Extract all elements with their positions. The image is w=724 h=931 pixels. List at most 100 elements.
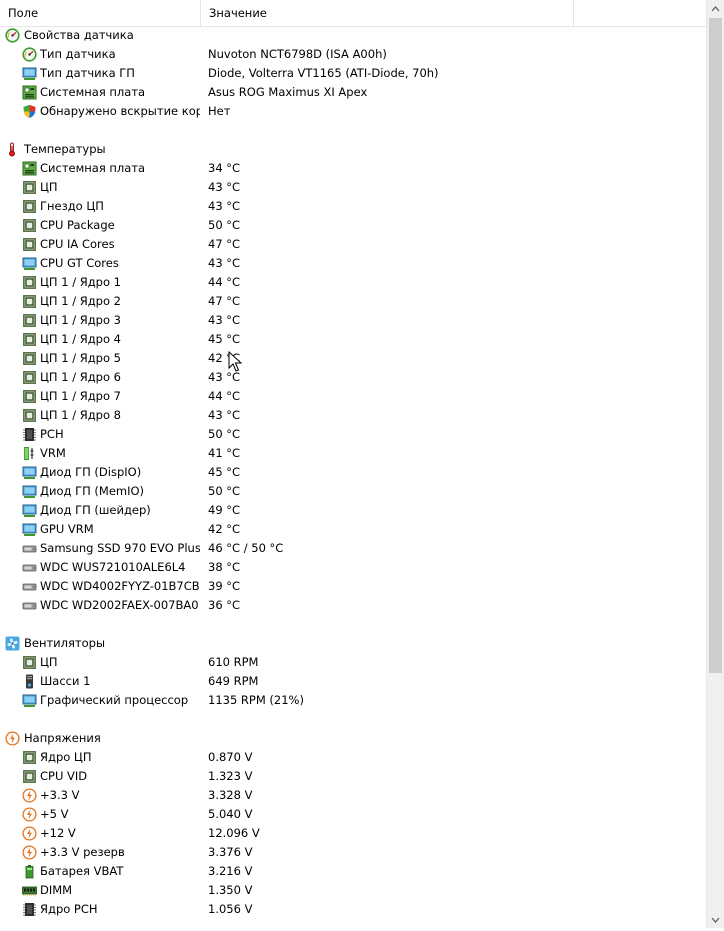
row-value: 34 °C [208,161,241,175]
table-row[interactable]: Ядро ЦП 0.870 V [0,748,706,767]
row-field-name: Графический процессор [40,693,189,707]
table-row[interactable]: PCH 50 °C [0,425,706,444]
table-row[interactable]: Батарея VBAT 3.216 V [0,862,706,881]
chip-icon [22,294,37,309]
group-header-sensor-props[interactable]: Свойства датчика [0,26,706,45]
row-field-name: Диод ГП (MemIO) [40,484,145,498]
row-value: 43 °C [208,408,241,422]
table-row[interactable]: Диод ГП (DispIO) 45 °C [0,463,706,482]
voltage-icon [22,826,37,841]
table-row[interactable]: Диод ГП (MemIO) 50 °C [0,482,706,501]
table-row[interactable]: Графический процессор 1135 RPM (21%) [0,691,706,710]
table-row[interactable]: GPU VRM 42 °C [0,520,706,539]
table-row[interactable]: Ядро PCH 1.056 V [0,900,706,919]
table-row[interactable]: ЦП 1 / Ядро 5 42 °C [0,349,706,368]
table-row[interactable]: CPU Package 50 °C [0,216,706,235]
chip-icon [22,370,37,385]
row-field-name: Диод ГП (шейдер) [40,503,151,517]
group-label: Напряжения [24,731,101,745]
pch-icon [22,902,37,917]
table-row[interactable]: Гнездо ЦП 43 °C [0,197,706,216]
scroll-up-arrow-icon[interactable] [707,0,724,17]
row-value: 45 °C [208,465,241,479]
table-row[interactable]: CPU IA Cores 47 °C [0,235,706,254]
table-row[interactable]: ЦП 1 / Ядро 1 44 °C [0,273,706,292]
row-value: 47 °C [208,294,241,308]
table-row[interactable]: ЦП 610 RPM [0,653,706,672]
row-field-name: Тип датчика [40,47,116,61]
table-row[interactable]: Системная плата 34 °C [0,159,706,178]
scrollbar-thumb[interactable] [709,18,722,673]
row-field-name: ЦП 1 / Ядро 3 [40,313,121,327]
chip-icon [22,389,37,404]
group-header-temps[interactable]: Температуры [0,140,706,159]
row-field-name: ЦП 1 / Ядро 7 [40,389,121,403]
table-row[interactable]: +3.3 V 3.328 V [0,786,706,805]
column-header-field[interactable]: Поле [0,0,201,26]
row-field-name: +12 V [40,826,76,840]
monitor-icon [22,503,37,518]
monitor-icon [22,522,37,537]
row-field-name: CPU Package [40,218,115,232]
row-value: 3.328 V [208,788,253,802]
table-row[interactable]: VRM 41 °C [0,444,706,463]
table-row[interactable]: ЦП 1 / Ядро 2 47 °C [0,292,706,311]
group-label: Вентиляторы [24,636,106,650]
monitor-icon [22,693,37,708]
table-row[interactable]: Samsung SSD 970 EVO Plus ... 46 °C / 50 °… [0,539,706,558]
vrm-icon [22,446,37,461]
row-value: 47 °C [208,237,241,251]
table-row[interactable]: CPU GT Cores 43 °C [0,254,706,273]
table-row[interactable]: Тип датчика Nuvoton NCT6798D (ISA A00h) [0,45,706,64]
row-value: 38 °C [208,560,241,574]
table-row[interactable]: WDC WUS721010ALE6L4 38 °C [0,558,706,577]
table-row[interactable]: Тип датчика ГП Diode, Volterra VT1165 (AT… [0,64,706,83]
chip-icon [22,199,37,214]
table-row[interactable]: +5 V 5.040 V [0,805,706,824]
dimm-icon [22,883,37,898]
row-value: 45 °C [208,332,241,346]
monitor-icon [22,484,37,499]
row-field-name: PCH [40,427,64,441]
row-value: 39 °C [208,579,241,593]
fan-icon [5,636,20,651]
sensor-icon [5,28,20,43]
table-row[interactable]: WDC WD4002FYYZ-01B7CB0 39 °C [0,577,706,596]
thermometer-icon [5,142,20,157]
motherboard-icon [22,85,37,100]
row-value: 3.376 V [208,845,253,859]
table-row[interactable]: ЦП 43 °C [0,178,706,197]
table-row[interactable]: Системная плата Asus ROG Maximus XI Apex [0,83,706,102]
table-row[interactable]: +3.3 V резерв 3.376 V [0,843,706,862]
table-row[interactable]: ЦП 1 / Ядро 7 44 °C [0,387,706,406]
row-value: 43 °C [208,313,241,327]
row-field-name: CPU IA Cores [40,237,115,251]
row-value: 43 °C [208,199,241,213]
scroll-down-arrow-icon[interactable] [707,911,724,928]
table-row[interactable]: ЦП 1 / Ядро 8 43 °C [0,406,706,425]
mouse-cursor-icon [228,350,243,373]
group-header-fans[interactable]: Вентиляторы [0,634,706,653]
chip-icon [22,769,37,784]
row-field-name: Обнаружено вскрытие кор... [40,104,200,118]
table-row[interactable]: ЦП 1 / Ядро 4 45 °C [0,330,706,349]
chip-icon [22,237,37,252]
group-header-voltages[interactable]: Напряжения [0,729,706,748]
table-row[interactable]: +12 V 12.096 V [0,824,706,843]
row-field-name: ЦП 1 / Ядро 8 [40,408,121,422]
vertical-scrollbar[interactable] [706,0,724,928]
table-row[interactable]: ЦП 1 / Ядро 3 43 °C [0,311,706,330]
table-row[interactable]: DIMM 1.350 V [0,881,706,900]
table-row[interactable]: ЦП 1 / Ядро 6 43 °C [0,368,706,387]
table-row[interactable]: Обнаружено вскрытие кор... Нет [0,102,706,121]
column-header-value[interactable]: Значение [201,0,574,26]
row-value: Нет [208,104,231,118]
table-row[interactable]: Диод ГП (шейдер) 49 °C [0,501,706,520]
row-value: 41 °C [208,446,241,460]
table-row[interactable]: CPU VID 1.323 V [0,767,706,786]
table-row[interactable]: Шасси 1 649 RPM [0,672,706,691]
row-value: 0.870 V [208,750,253,764]
table-row[interactable]: WDC WD2002FAEX-007BA0 36 °C [0,596,706,615]
row-field-name: +5 V [40,807,69,821]
